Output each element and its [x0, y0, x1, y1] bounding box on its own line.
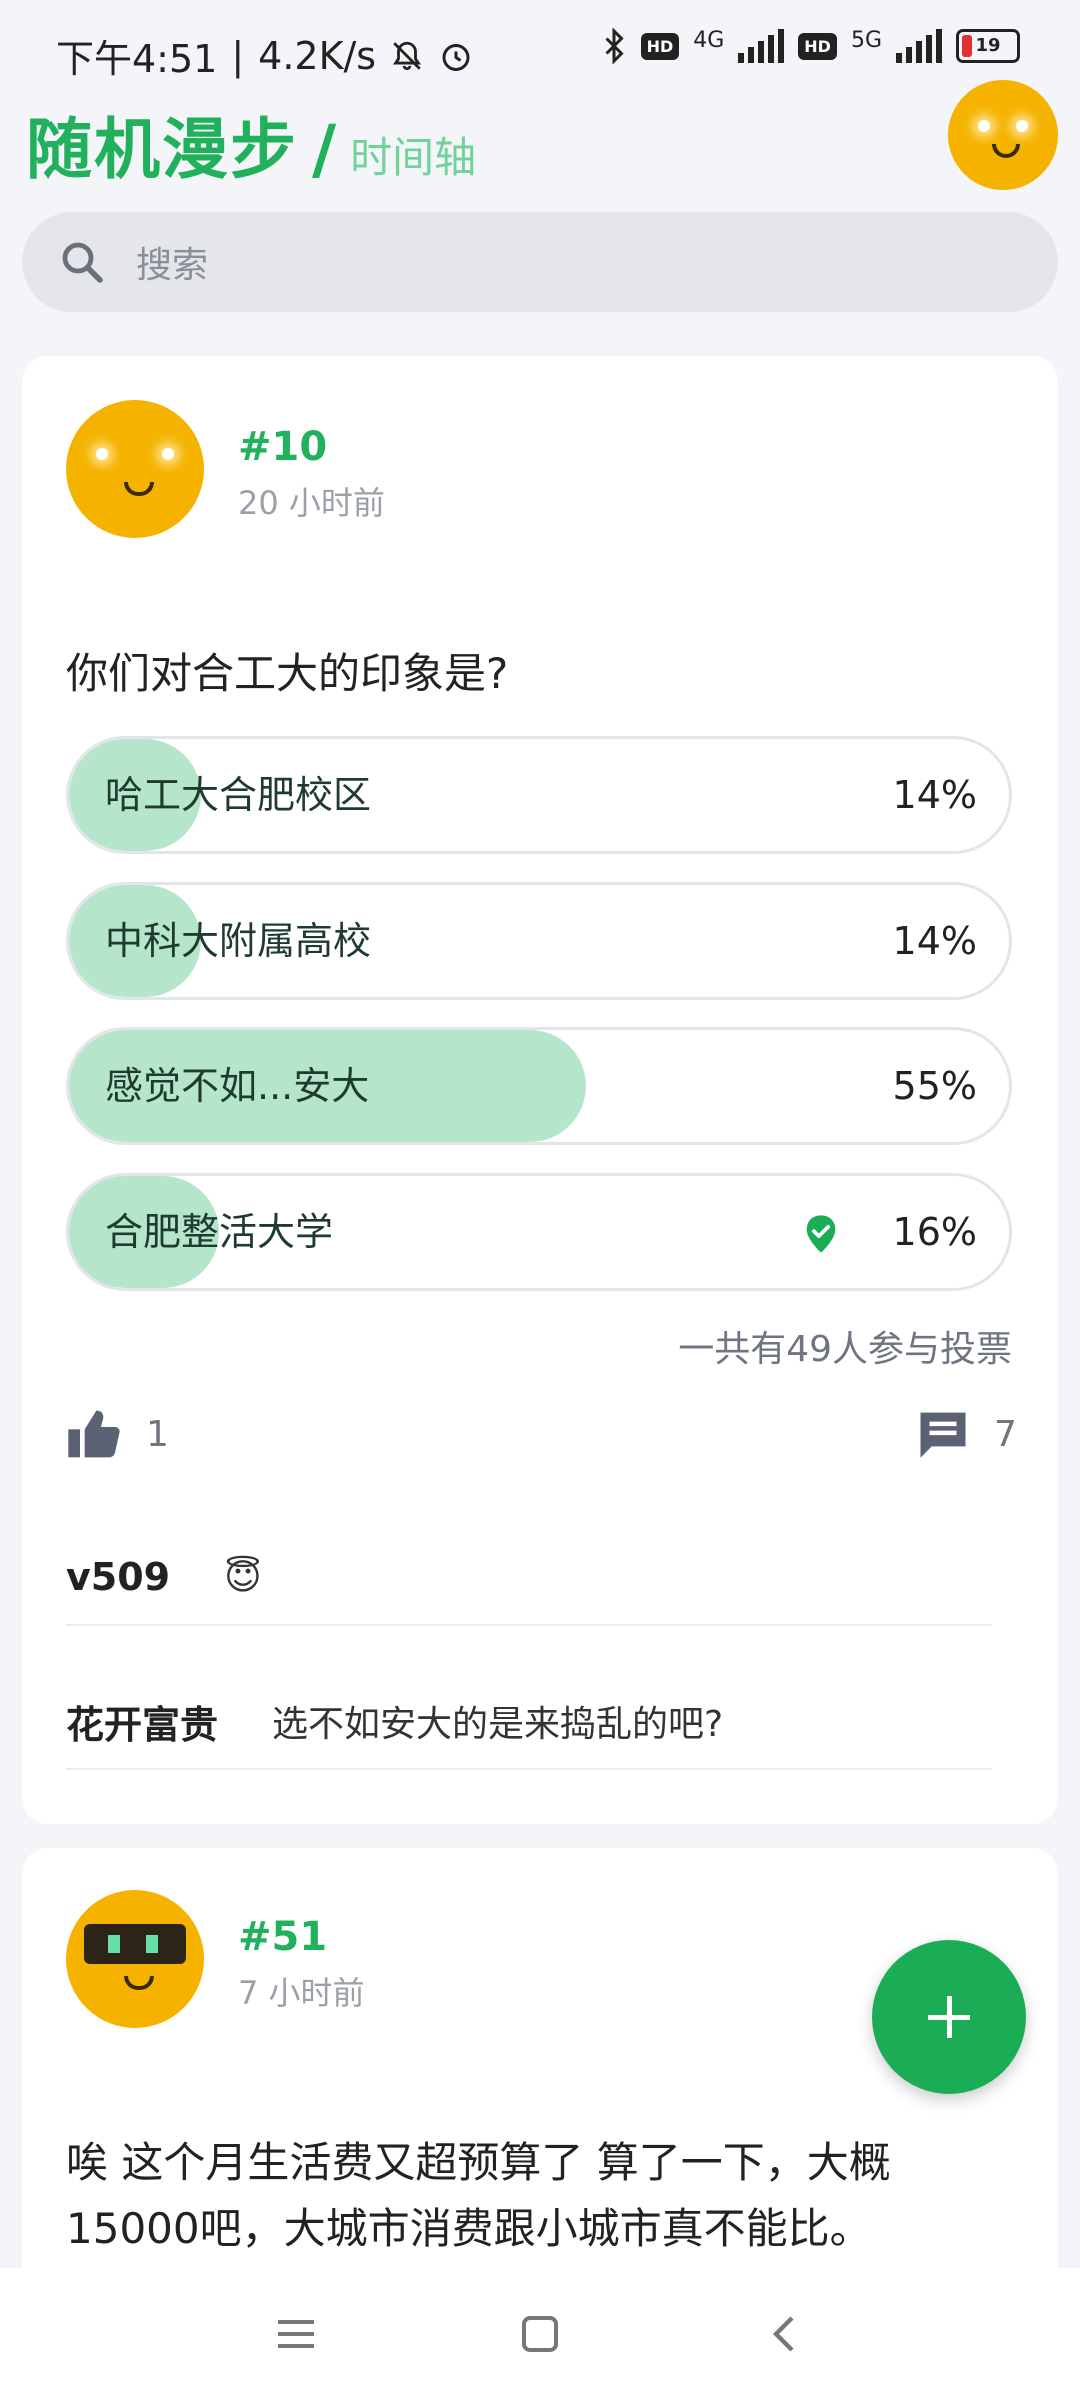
- search-bar[interactable]: 搜索: [22, 212, 1058, 312]
- status-time: 下午4:51: [56, 37, 218, 81]
- post-time: 7 小时前: [238, 1974, 365, 2012]
- post-avatar[interactable]: [66, 400, 204, 538]
- poll-option[interactable]: 哈工大合肥校区 14%: [66, 736, 1012, 854]
- poll-option-label: 合肥整活大学: [105, 1210, 334, 1254]
- bluetooth-icon: [605, 28, 624, 64]
- search-icon: [58, 238, 106, 286]
- poll-option[interactable]: 感觉不如...安大 55%: [66, 1027, 1012, 1145]
- back-icon[interactable]: [764, 2312, 804, 2356]
- post-time: 20 小时前: [238, 484, 385, 522]
- timeline-subtitle[interactable]: 时间轴: [350, 124, 476, 185]
- network-5g-label: 5G: [850, 28, 882, 53]
- comment-icon: [920, 1412, 966, 1458]
- signal-bars-1: [738, 29, 785, 63]
- add-post-button[interactable]: [872, 1940, 1026, 2094]
- user-avatar[interactable]: [948, 80, 1058, 190]
- check-shield-icon: [806, 1215, 836, 1253]
- post-avatar[interactable]: [66, 1890, 204, 2028]
- poll-option-selected[interactable]: 合肥整活大学 16%: [66, 1173, 1012, 1291]
- home-icon[interactable]: [518, 2312, 562, 2356]
- comment-item[interactable]: 花开富贵 选不如安大的是来捣乱的吧?: [66, 1674, 992, 1770]
- poll-option[interactable]: 中科大附属高校 14%: [66, 882, 1012, 1000]
- poll-option-label: 哈工大合肥校区: [105, 773, 372, 817]
- comment-author: v509: [66, 1555, 171, 1599]
- comment-text: 选不如安大的是来捣乱的吧?: [272, 1704, 724, 1745]
- comment-item[interactable]: v509 😇: [66, 1530, 992, 1626]
- comment-author: 花开富贵: [66, 1702, 219, 1747]
- navigation-bar: [0, 2268, 1080, 2400]
- post-number[interactable]: #51: [238, 1914, 327, 1960]
- poll-option-percent: 55%: [892, 1064, 977, 1108]
- menu-icon[interactable]: [274, 2314, 318, 2354]
- thumbs-up-icon: [68, 1410, 120, 1458]
- poll-question: 你们对合工大的印象是?: [66, 649, 509, 698]
- signal-bars-2: [896, 29, 942, 63]
- status-speed: 4.2K/s: [258, 33, 377, 78]
- comment-button[interactable]: 7: [916, 1408, 1017, 1460]
- hd-badge-2: HD: [798, 32, 837, 60]
- poll-option-percent: 14%: [892, 919, 977, 963]
- poll-option-percent: 16%: [892, 1210, 977, 1254]
- network-4g-label: 4G: [693, 28, 725, 53]
- post-body: 唉 这个月生活费又超预算了 算了一下，大概15000吧，大城市消费跟小城市真不能…: [66, 2138, 891, 2253]
- app-title: 随机漫步: [26, 111, 298, 188]
- post-number[interactable]: #10: [238, 424, 327, 470]
- battery-icon: 19: [956, 29, 1020, 63]
- poll-option-percent: 14%: [892, 773, 977, 817]
- status-divider: |: [231, 33, 245, 78]
- like-count: 1: [146, 1413, 169, 1455]
- comment-text: 😇: [224, 1556, 262, 1598]
- hd-badge: HD: [640, 32, 680, 60]
- poll-total: 一共有49人参与投票: [678, 1329, 1012, 1370]
- title-separator: /: [312, 111, 337, 188]
- status-bar: 下午4:51 | 4.2K/s HD 4G HD 5G 19: [0, 0, 1080, 100]
- poll-option-label: 感觉不如...安大: [105, 1064, 370, 1108]
- alarm-icon: [442, 43, 470, 71]
- sunglasses: [84, 1924, 186, 1964]
- comment-count: 7: [994, 1413, 1017, 1455]
- like-button[interactable]: 1: [66, 1408, 169, 1460]
- page-title: 随机漫步 / 时间轴: [26, 96, 476, 192]
- poll-option-label: 中科大附属高校: [105, 919, 372, 963]
- bell-off-icon: [393, 41, 422, 70]
- search-input[interactable]: 搜索: [136, 236, 208, 288]
- battery-level: 19: [975, 35, 1001, 56]
